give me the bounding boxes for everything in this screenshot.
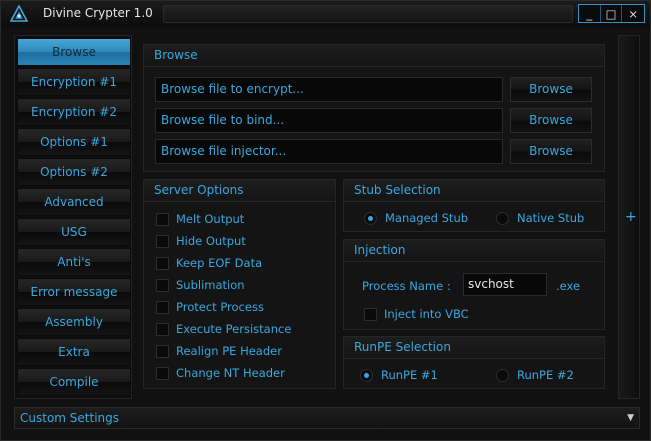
radio-button[interactable] xyxy=(360,368,373,382)
sidebar-item-usg[interactable]: USG xyxy=(17,218,131,246)
plus-icon[interactable]: + xyxy=(625,209,637,225)
server-options-panel: Server Options Melt Output Hide Output K… xyxy=(143,179,336,389)
file-injector-input[interactable]: Browse file injector... xyxy=(155,139,503,164)
file-to-bind-input[interactable]: Browse file to bind... xyxy=(155,108,503,133)
settings-preset-dropdown[interactable]: Custom Settings ▼ xyxy=(14,407,640,429)
sidebar-item-assembly-changer[interactable]: Assembly Changer xyxy=(17,308,131,355)
checkbox-label: Execute Persistance xyxy=(176,322,292,336)
runpe-2-radio[interactable]: RunPE #2 xyxy=(496,367,574,383)
checkbox-box[interactable] xyxy=(156,212,169,226)
realign-pe-header-checkbox[interactable]: Realign PE Header xyxy=(156,343,282,359)
checkbox-box[interactable] xyxy=(156,256,169,270)
checkbox-label: Keep EOF Data xyxy=(176,256,263,270)
radio-label: RunPE #1 xyxy=(381,368,438,382)
runpe-selection-title: RunPE Selection xyxy=(344,337,604,359)
window-title: Divine Crypter 1.0 xyxy=(43,6,153,20)
app-window: Divine Crypter 1.0 _ □ × Browse Encrypti… xyxy=(0,0,651,441)
inject-vbc-checkbox[interactable]: Inject into VBC xyxy=(364,306,469,322)
change-nt-header-checkbox[interactable]: Change NT Header xyxy=(156,365,285,381)
sidebar-item-error-message[interactable]: Error message xyxy=(17,278,131,306)
sublimation-checkbox[interactable]: Sublimation xyxy=(156,277,245,293)
minimize-button[interactable]: _ xyxy=(579,5,601,22)
maximize-icon: □ xyxy=(605,6,617,21)
server-options-title: Server Options xyxy=(144,180,335,202)
browse-panel: Browse Browse file to encrypt... Browse … xyxy=(143,44,605,172)
app-logo-icon xyxy=(10,5,28,22)
browse-encrypt-button[interactable]: Browse xyxy=(510,77,592,102)
keep-eof-data-checkbox[interactable]: Keep EOF Data xyxy=(156,255,262,271)
checkbox-label: Inject into VBC xyxy=(384,307,469,321)
sidebar-item-compile[interactable]: Compile xyxy=(17,368,131,396)
stub-selection-title: Stub Selection xyxy=(344,180,604,202)
protect-process-checkbox[interactable]: Protect Process xyxy=(156,299,264,315)
chevron-down-icon[interactable]: ▼ xyxy=(627,408,634,428)
hide-output-checkbox[interactable]: Hide Output xyxy=(156,233,246,249)
injection-title: Injection xyxy=(344,240,604,262)
sidebar-item-options-1[interactable]: Options #1 xyxy=(17,128,131,156)
radio-button[interactable] xyxy=(496,368,509,382)
radio-label: Managed Stub xyxy=(385,211,469,225)
checkbox-label: Hide Output xyxy=(176,234,246,248)
radio-label: RunPE #2 xyxy=(517,368,574,382)
sidebar-item-browse[interactable]: Browse xyxy=(17,38,131,66)
checkbox-label: Change NT Header xyxy=(176,366,285,380)
close-icon: × xyxy=(628,6,638,21)
process-name-label: Process Name : xyxy=(362,279,451,293)
checkbox-box[interactable] xyxy=(156,234,169,248)
runpe-1-radio[interactable]: RunPE #1 xyxy=(360,367,438,383)
radio-button[interactable] xyxy=(496,211,509,225)
checkbox-label: Melt Output xyxy=(176,212,245,226)
radio-button[interactable] xyxy=(364,211,377,225)
checkbox-label: Realign PE Header xyxy=(176,344,282,358)
injection-panel: Injection Process Name : svchost .exe In… xyxy=(343,239,605,330)
managed-stub-radio[interactable]: Managed Stub xyxy=(364,210,468,226)
native-stub-radio[interactable]: Native Stub xyxy=(496,210,584,226)
checkbox-box[interactable] xyxy=(156,366,169,380)
checkbox-box[interactable] xyxy=(156,300,169,314)
sidebar: Browse Encryption #1 Encryption #2 Optio… xyxy=(14,35,132,399)
radio-label: Native Stub xyxy=(517,211,585,225)
sidebar-item-antis[interactable]: Anti's xyxy=(17,248,131,276)
checkbox-label: Sublimation xyxy=(176,278,245,292)
execute-persistance-checkbox[interactable]: Execute Persistance xyxy=(156,321,291,337)
exe-extension-label: .exe xyxy=(556,279,581,293)
checkbox-box[interactable] xyxy=(156,344,169,358)
process-name-input[interactable]: svchost xyxy=(463,273,547,296)
window-controls: _ □ × xyxy=(578,4,645,23)
melt-output-checkbox[interactable]: Melt Output xyxy=(156,211,244,227)
sidebar-item-encryption-2[interactable]: Encryption #2 xyxy=(17,98,131,126)
checkbox-box[interactable] xyxy=(364,307,377,321)
runpe-selection-panel: RunPE Selection RunPE #1 RunPE #2 xyxy=(343,336,605,389)
checkbox-label: Protect Process xyxy=(176,300,264,314)
title-bar[interactable]: Divine Crypter 1.0 _ □ × xyxy=(1,1,650,27)
stub-selection-panel: Stub Selection Managed Stub Native Stub xyxy=(343,179,605,232)
sidebar-item-options-2[interactable]: Options #2 xyxy=(17,158,131,186)
checkbox-box[interactable] xyxy=(156,322,169,336)
file-to-encrypt-input[interactable]: Browse file to encrypt... xyxy=(155,77,503,102)
sidebar-item-extra[interactable]: Extra xyxy=(17,338,131,366)
maximize-button[interactable]: □ xyxy=(601,5,623,22)
close-button[interactable]: × xyxy=(622,5,644,22)
browse-panel-title: Browse xyxy=(144,45,604,67)
dropdown-value: Custom Settings xyxy=(20,411,120,425)
browse-injector-button[interactable]: Browse xyxy=(510,139,592,164)
browse-bind-button[interactable]: Browse xyxy=(510,108,592,133)
checkbox-box[interactable] xyxy=(156,278,169,292)
minimize-icon: _ xyxy=(586,6,593,21)
sidebar-item-advanced[interactable]: Advanced xyxy=(17,188,131,216)
title-bar-fill xyxy=(163,5,573,23)
sidebar-item-encryption-1[interactable]: Encryption #1 xyxy=(17,68,131,96)
